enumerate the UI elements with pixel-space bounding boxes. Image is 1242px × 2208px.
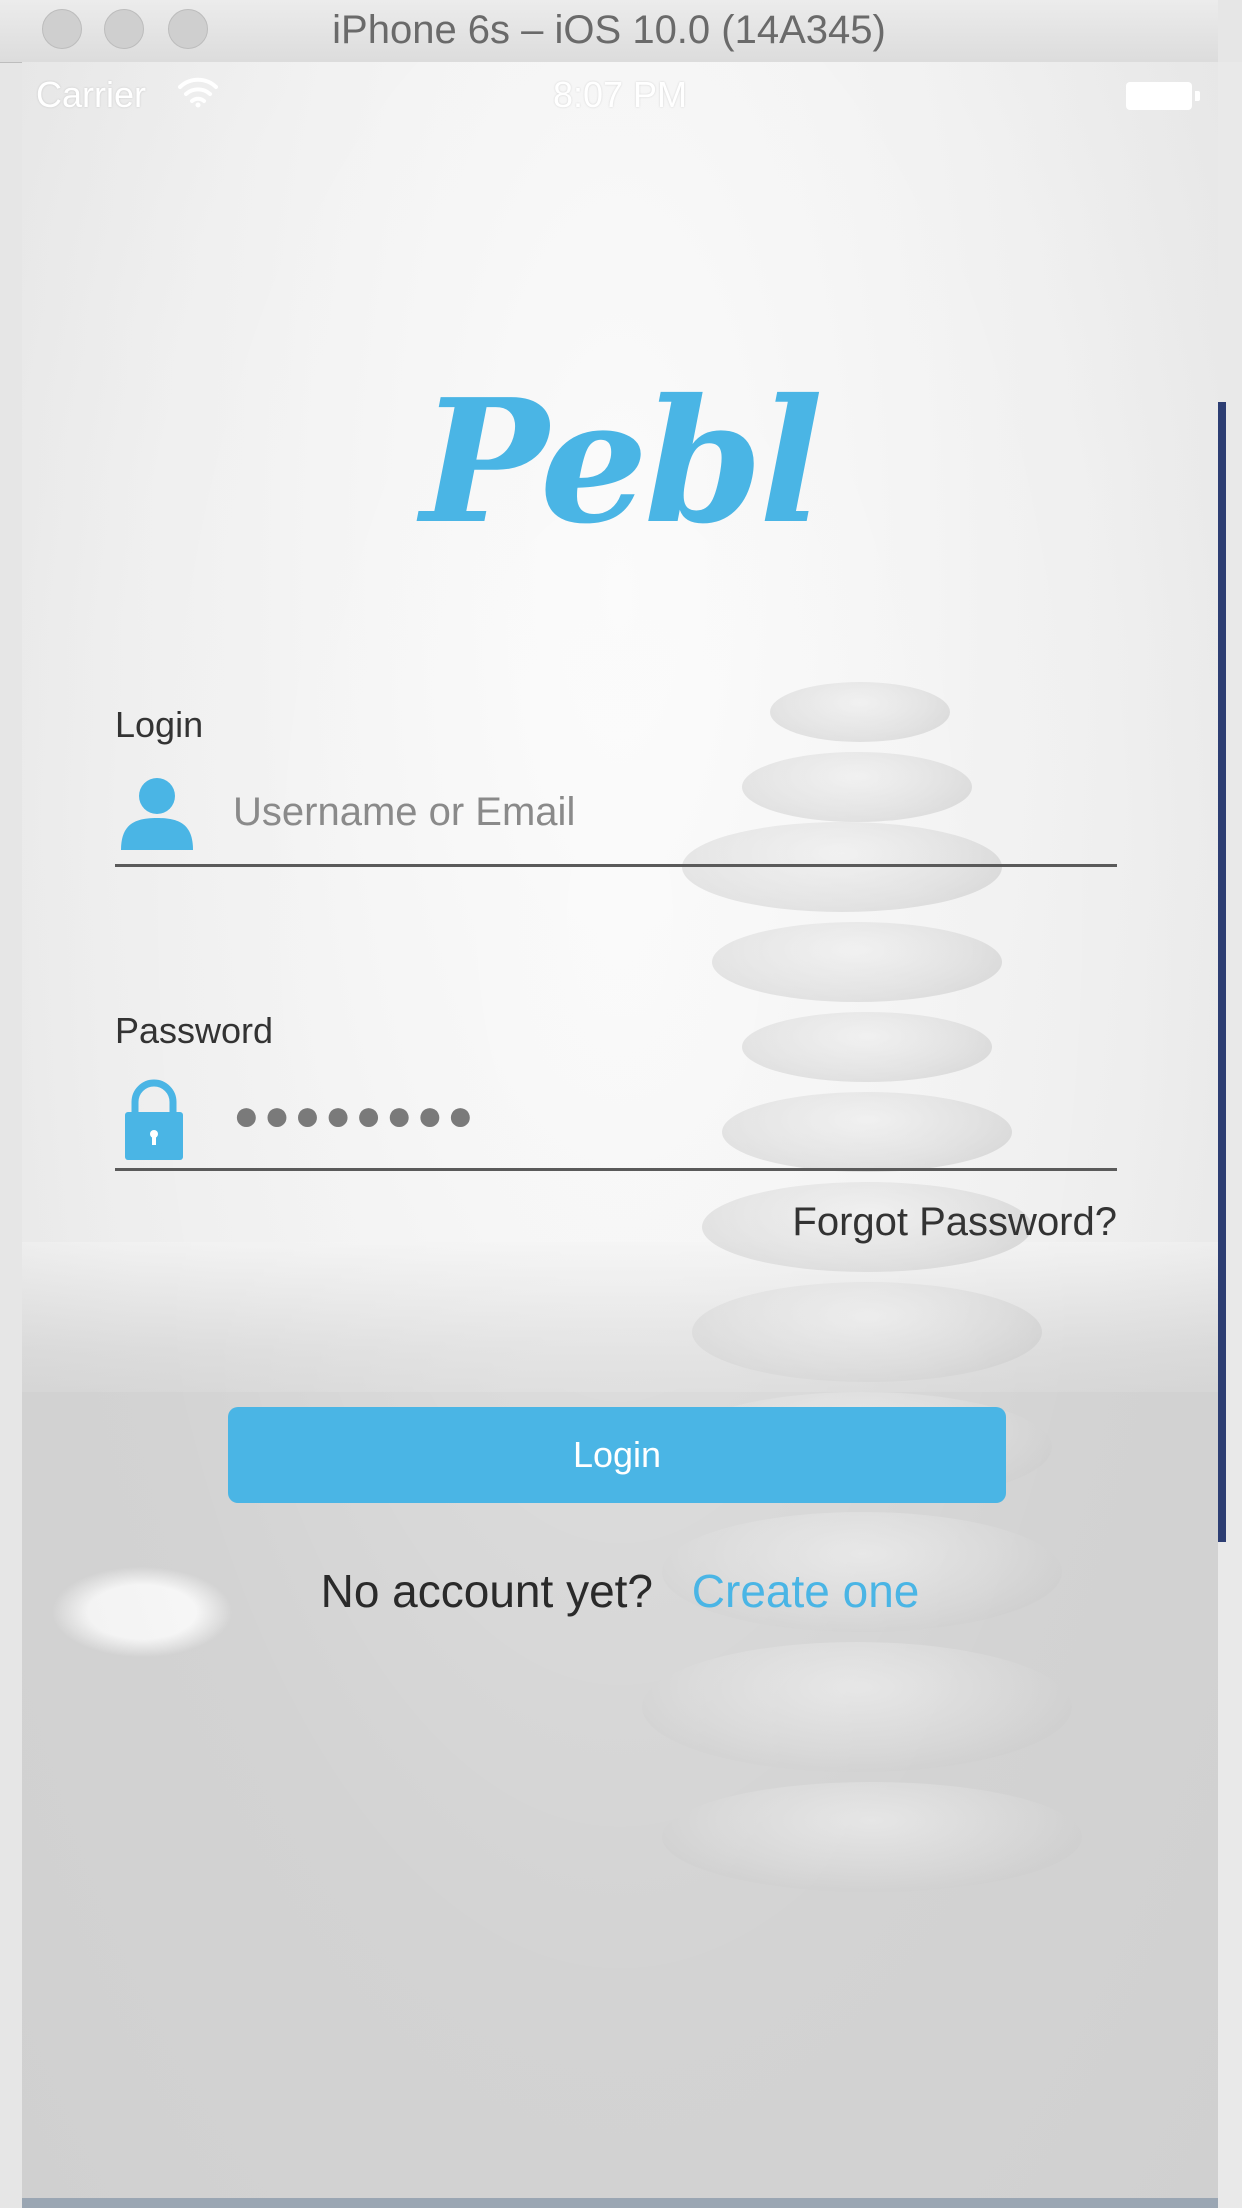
login-button[interactable]: Login (228, 1407, 1006, 1503)
password-field[interactable] (115, 1078, 1117, 1171)
username-input[interactable] (233, 782, 1093, 842)
desktop-accent (1218, 402, 1226, 1542)
password-label: Password (115, 1010, 274, 1051)
window-titlebar: iPhone 6s – iOS 10.0 (14A345) (0, 0, 1218, 63)
bottom-edge (22, 2198, 1218, 2208)
user-icon (121, 778, 193, 850)
status-bar: Carrier 8:07 PM (22, 62, 1218, 132)
desktop-edge (1218, 62, 1242, 2208)
login-field[interactable] (115, 774, 1117, 867)
forgot-password-link[interactable]: Forgot Password? (792, 1200, 1117, 1245)
battery-icon (1126, 82, 1200, 110)
create-account-link[interactable]: Create one (692, 1565, 920, 1617)
password-input[interactable] (233, 1086, 1093, 1146)
signup-prompt: No account yet? Create one (22, 1564, 1218, 1618)
app-logo: Pebl (420, 362, 824, 562)
phone-screen: Carrier 8:07 PM Pebl Login Passwo (22, 62, 1218, 2198)
login-label: Login (115, 704, 204, 745)
lock-icon (125, 1079, 183, 1160)
window-title: iPhone 6s – iOS 10.0 (14A345) (332, 8, 886, 52)
signup-question: No account yet? (320, 1565, 654, 1617)
status-time: 8:07 PM (552, 74, 688, 115)
simulator-window: iPhone 6s – iOS 10.0 (14A345) Carrier 8:… (0, 0, 1242, 2208)
